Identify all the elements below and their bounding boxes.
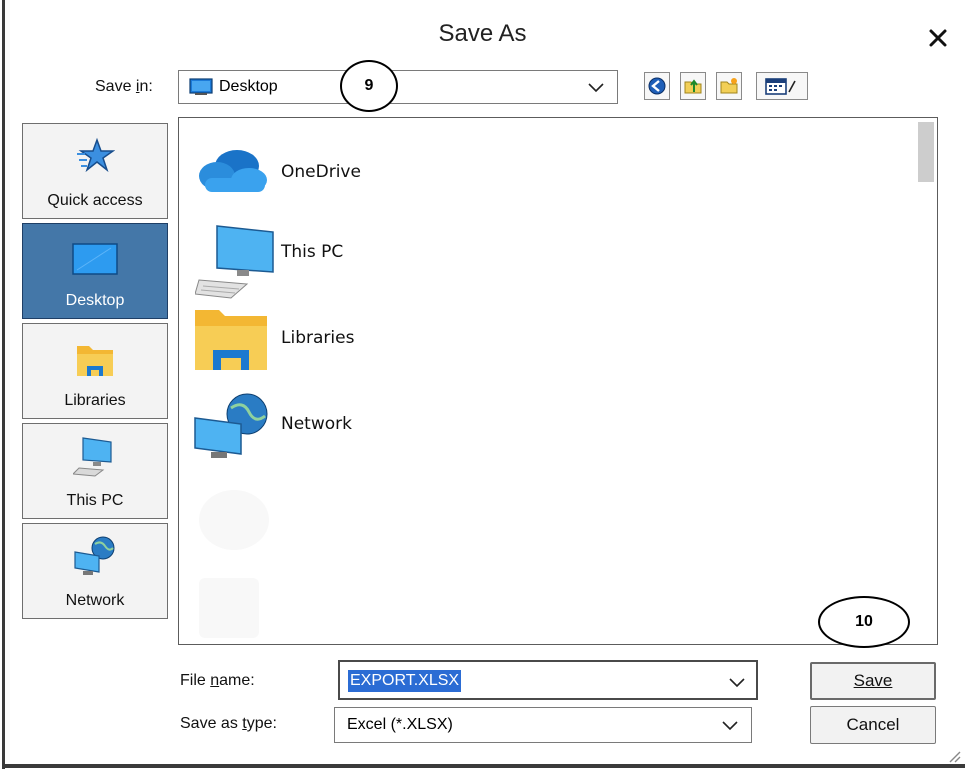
network-icon: [74, 536, 115, 575]
place-quick-access[interactable]: Quick access: [22, 123, 168, 219]
star-icon: [77, 137, 115, 173]
resize-grip-icon[interactable]: [947, 749, 961, 763]
onedrive-cloud-icon: [199, 150, 267, 192]
back-icon: [648, 77, 666, 95]
file-name-value: EXPORT.XLSX: [348, 670, 462, 692]
save-as-type-dropdown[interactable]: Excel (*.XLSX): [334, 707, 752, 743]
dialog-border-left: [2, 0, 5, 769]
place-label-network: Network: [65, 592, 125, 609]
save-as-type-value: Excel (*.XLSX): [347, 716, 453, 733]
view-menu-icon: [765, 78, 796, 95]
place-libraries[interactable]: Libraries: [22, 323, 168, 419]
file-name-label: File name:: [180, 672, 255, 689]
desktop-icon: [189, 78, 213, 95]
back-button[interactable]: [644, 72, 670, 100]
faded-item-placeholder: [199, 490, 269, 550]
callout-step-9: 9: [340, 60, 398, 112]
place-desktop[interactable]: Desktop: [22, 223, 168, 319]
scrollbar-thumb[interactable]: [918, 122, 934, 182]
vertical-scrollbar[interactable]: [915, 118, 937, 644]
up-folder-button[interactable]: [680, 72, 706, 100]
chevron-down-icon: [722, 721, 738, 731]
save-in-label: Save in:: [95, 78, 153, 95]
close-button[interactable]: [922, 20, 954, 56]
callout-step-10: 10: [818, 596, 910, 648]
save-as-type-label: Save as type:: [180, 715, 277, 732]
list-item-label: This PC: [281, 242, 344, 262]
list-item-label: Libraries: [281, 328, 355, 348]
place-label-libraries: Libraries: [64, 392, 126, 409]
desktop-icon: [72, 243, 118, 275]
new-folder-icon: [720, 78, 738, 94]
file-name-input[interactable]: EXPORT.XLSX: [338, 660, 758, 700]
save-button-label: Save: [853, 671, 893, 690]
close-icon: [929, 29, 947, 47]
chevron-down-icon: [729, 678, 745, 688]
cancel-button-label: Cancel: [846, 715, 900, 734]
new-folder-button[interactable]: [716, 72, 742, 100]
dialog-title: Save As: [438, 20, 527, 47]
up-folder-icon: [684, 79, 702, 94]
network-icon: [194, 393, 268, 458]
place-label-quick-access: Quick access: [47, 192, 143, 209]
save-in-dropdown[interactable]: Desktop: [178, 70, 618, 104]
libraries-icon: [77, 346, 113, 376]
libraries-icon: [195, 310, 267, 370]
cancel-button[interactable]: Cancel: [810, 706, 936, 744]
file-list[interactable]: OneDrive This PC Libraries Network: [178, 117, 938, 645]
faded-item-placeholder: [199, 578, 259, 638]
place-label-this-pc: This PC: [66, 492, 124, 509]
dialog-border-bottom: [2, 764, 965, 768]
place-network[interactable]: Network: [22, 523, 168, 619]
list-item-label: Network: [281, 414, 352, 434]
computer-icon: [195, 225, 274, 299]
save-button[interactable]: Save: [810, 662, 936, 700]
list-item-label: OneDrive: [281, 162, 361, 182]
view-menu-button[interactable]: [756, 72, 808, 100]
chevron-down-icon: [588, 83, 604, 93]
computer-icon: [73, 437, 112, 477]
place-label-desktop: Desktop: [65, 292, 125, 309]
save-in-value: Desktop: [219, 78, 278, 95]
save-as-dialog: Save As Save in: Desktop 9 Quick access …: [0, 0, 965, 769]
place-this-pc[interactable]: This PC: [22, 423, 168, 519]
